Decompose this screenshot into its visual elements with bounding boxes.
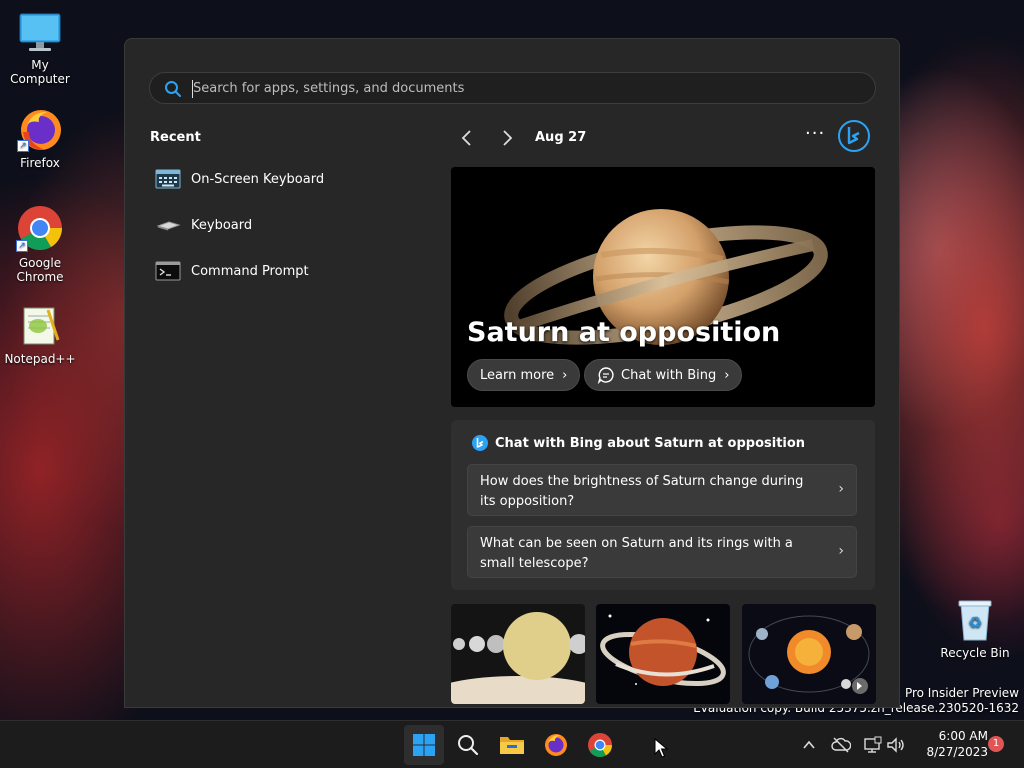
bing-icon bbox=[471, 434, 489, 452]
chrome-icon: ↗ bbox=[16, 204, 64, 252]
taskbar-firefox[interactable] bbox=[536, 725, 576, 765]
chevron-right-icon: › bbox=[838, 543, 844, 559]
suggested-question-text: What can be seen on Saturn and its rings… bbox=[480, 536, 793, 571]
shortcut-arrow-icon: ↗ bbox=[16, 240, 28, 252]
search-input[interactable] bbox=[193, 73, 853, 103]
saturn-closeup-image bbox=[596, 604, 730, 704]
start-menu: Recent On-Screen Keyboard Keyboard bbox=[124, 38, 900, 708]
notepadpp-icon bbox=[18, 304, 62, 348]
recent-item-on-screen-keyboard[interactable]: On-Screen Keyboard bbox=[155, 161, 415, 197]
network-icon[interactable] bbox=[860, 733, 884, 757]
clock-time: 6:00 AM bbox=[938, 729, 988, 743]
chevron-right-icon: › bbox=[562, 367, 568, 383]
monitor-icon bbox=[18, 10, 62, 54]
bing-chat-title-text: Chat with Bing about Saturn at oppositio… bbox=[495, 435, 806, 451]
recycle-bin-icon: ♻ bbox=[955, 598, 995, 642]
clock-date: 8/27/2023 bbox=[926, 745, 988, 759]
desktop-icon-my-computer[interactable]: My Computer bbox=[0, 10, 80, 86]
volume-icon[interactable] bbox=[884, 733, 908, 757]
keyboard-window-icon bbox=[155, 169, 181, 189]
search-icon bbox=[458, 735, 479, 756]
recent-item-label: Keyboard bbox=[191, 217, 253, 233]
desktop-icon-label: Recycle Bin bbox=[940, 646, 1010, 660]
desktop-icon-label: Notepad++ bbox=[4, 352, 76, 366]
hero-card-saturn[interactable]: Saturn at opposition Learn more › Chat w… bbox=[451, 167, 875, 407]
taskbar-search-button[interactable] bbox=[448, 725, 488, 765]
recent-item-label: On-Screen Keyboard bbox=[191, 171, 325, 187]
folder-icon bbox=[500, 737, 524, 754]
recent-item-command-prompt[interactable]: Command Prompt bbox=[155, 253, 415, 289]
suggested-question[interactable]: What can be seen on Saturn and its rings… bbox=[467, 526, 857, 578]
recent-item-label: Command Prompt bbox=[191, 263, 309, 279]
desktop-icon-label: My Computer bbox=[10, 58, 70, 86]
desktop-icon-label: Google Chrome bbox=[16, 256, 64, 284]
onedrive-offline-icon[interactable] bbox=[829, 733, 853, 757]
learn-more-button[interactable]: Learn more › bbox=[467, 359, 581, 391]
taskbar-chrome[interactable] bbox=[580, 725, 620, 765]
notification-badge[interactable]: 1 bbox=[988, 736, 1004, 752]
recent-item-keyboard[interactable]: Keyboard bbox=[155, 207, 415, 243]
image-thumbnail-saturn-red[interactable] bbox=[596, 604, 730, 704]
desktop-icon-label: Firefox bbox=[20, 156, 60, 170]
mouse-cursor-icon bbox=[654, 737, 669, 762]
chevron-right-icon bbox=[503, 130, 513, 146]
widget-date: Aug 27 bbox=[535, 130, 587, 145]
suggested-question-text: How does the brightness of Saturn change… bbox=[480, 474, 804, 509]
bing-chat-card: Chat with Bing about Saturn at oppositio… bbox=[451, 420, 875, 590]
chevron-right-icon: › bbox=[724, 367, 730, 383]
shortcut-arrow-icon: ↗ bbox=[17, 140, 29, 152]
suggested-question[interactable]: How does the brightness of Saturn change… bbox=[467, 464, 857, 516]
chat-with-bing-button[interactable]: Chat with Bing › bbox=[584, 359, 743, 391]
bing-chat-title: Chat with Bing about Saturn at oppositio… bbox=[471, 434, 805, 452]
firefox-icon bbox=[545, 734, 567, 756]
desktop-icon-notepadpp[interactable]: Notepad++ bbox=[0, 304, 80, 366]
recent-heading: Recent bbox=[150, 130, 201, 145]
windows-logo-icon bbox=[413, 734, 435, 756]
chat-bubble-icon bbox=[597, 366, 615, 384]
desktop-icon-firefox[interactable]: ↗ Firefox bbox=[0, 106, 80, 170]
next-day-button[interactable] bbox=[495, 126, 519, 150]
start-button[interactable] bbox=[404, 725, 444, 765]
desktop-icon-google-chrome[interactable]: ↗ Google Chrome bbox=[0, 204, 80, 284]
image-thumbnail-solar-system[interactable] bbox=[742, 604, 876, 704]
keyboard-icon bbox=[155, 215, 181, 235]
solar-system-image bbox=[742, 604, 876, 704]
system-clock[interactable]: 6:00 AM 8/27/2023 bbox=[912, 728, 988, 760]
bing-chat-button[interactable] bbox=[837, 119, 871, 153]
chat-with-bing-label: Chat with Bing bbox=[621, 367, 717, 383]
firefox-icon: ↗ bbox=[17, 106, 63, 152]
hero-title: Saturn at opposition bbox=[467, 317, 781, 348]
chevron-right-icon: › bbox=[838, 481, 844, 497]
terminal-icon bbox=[155, 261, 181, 281]
more-options-button[interactable]: ··· bbox=[805, 123, 825, 144]
taskbar-file-explorer[interactable] bbox=[492, 725, 532, 765]
taskbar: 6:00 AM 8/27/2023 1 bbox=[0, 720, 1024, 768]
learn-more-label: Learn more bbox=[480, 367, 555, 383]
planets-lineup-image bbox=[451, 604, 585, 704]
chevron-up-icon bbox=[803, 740, 815, 749]
search-box[interactable] bbox=[149, 72, 876, 104]
svg-text:♻: ♻ bbox=[968, 613, 982, 632]
search-icon bbox=[164, 80, 182, 102]
image-thumbnail-planets[interactable] bbox=[451, 604, 585, 704]
chrome-icon bbox=[588, 733, 612, 758]
bing-icon bbox=[838, 120, 870, 152]
desktop-icon-recycle-bin[interactable]: ♻ Recycle Bin bbox=[935, 598, 1015, 660]
previous-day-button[interactable] bbox=[455, 126, 479, 150]
show-hidden-icons-button[interactable] bbox=[797, 733, 821, 757]
chevron-left-icon bbox=[461, 130, 471, 146]
